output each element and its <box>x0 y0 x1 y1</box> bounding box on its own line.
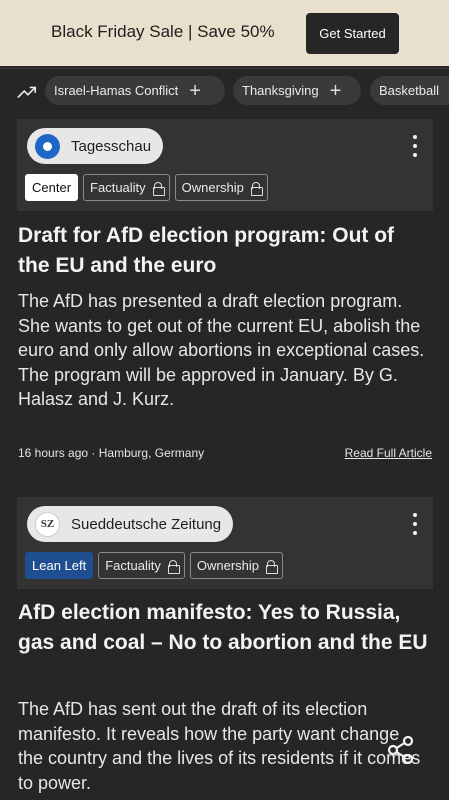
topic-chip-label: Israel-Hamas Conflict <box>54 83 179 98</box>
topic-chip-label: Thanksgiving <box>242 83 319 98</box>
article-source-card: SZ Sueddeutsche Zeitung Lean Left Factua… <box>17 497 433 589</box>
source-name: Tagesschau <box>71 137 152 155</box>
promo-banner: Black Friday Sale | Save 50% Get Started <box>0 0 449 66</box>
share-icon[interactable] <box>386 735 416 765</box>
kebab-menu-icon[interactable] <box>411 135 419 157</box>
kebab-menu-icon[interactable] <box>411 513 419 535</box>
article-summary: The AfD has sent out the draft of its el… <box>18 699 421 793</box>
article-location: Hamburg, Germany <box>98 446 205 460</box>
tagesschau-logo-icon <box>35 133 60 159</box>
lock-icon <box>167 559 180 574</box>
topic-chip-thanksgiving[interactable]: Thanksgiving + <box>233 76 361 105</box>
sz-logo-icon: SZ <box>35 511 60 537</box>
topics-bar: Israel-Hamas Conflict + Thanksgiving + B… <box>0 68 449 112</box>
read-full-article-link[interactable]: Read Full Article <box>345 446 432 460</box>
topic-chip-basketball[interactable]: Basketball <box>370 76 449 105</box>
bias-tag[interactable]: Lean Left <box>25 552 94 579</box>
lock-icon <box>250 181 263 196</box>
factuality-tag[interactable]: Factuality <box>83 174 170 201</box>
article-headline[interactable]: AfD election manifesto: Yes to Russia, g… <box>18 598 428 658</box>
ownership-tag[interactable]: Ownership <box>174 174 268 201</box>
rating-tags: Center Factuality Ownership <box>25 174 268 201</box>
plus-icon[interactable]: + <box>189 81 201 101</box>
bias-tag[interactable]: Center <box>25 174 79 201</box>
source-name: Sueddeutsche Zeitung <box>71 515 222 533</box>
source-pill[interactable]: Tagesschau <box>27 128 164 164</box>
plus-icon[interactable]: + <box>330 81 342 101</box>
ownership-label: Ownership <box>196 558 259 573</box>
ownership-label: Ownership <box>181 180 244 195</box>
article-meta: 16 hours ago · Hamburg, Germany <box>18 446 204 460</box>
rating-tags: Lean Left Factuality Ownership <box>25 552 283 579</box>
article-time: 16 hours ago <box>18 446 89 460</box>
article-summary: The AfD has presented a draft election p… <box>18 291 425 409</box>
promo-text: Black Friday Sale | Save 50% <box>51 22 275 41</box>
article-headline[interactable]: Draft for AfD election program: Out of t… <box>18 221 428 281</box>
get-started-button[interactable]: Get Started <box>306 13 399 54</box>
ownership-tag[interactable]: Ownership <box>189 552 283 579</box>
trending-up-icon <box>17 86 37 99</box>
meta-separator: · <box>91 446 99 460</box>
factuality-label: Factuality <box>105 558 161 573</box>
article-source-card: Tagesschau Center Factuality Ownership <box>17 119 433 211</box>
topic-chip-label: Basketball <box>379 83 439 98</box>
factuality-tag[interactable]: Factuality <box>98 552 185 579</box>
source-pill[interactable]: SZ Sueddeutsche Zeitung <box>27 506 234 542</box>
lock-icon <box>152 181 165 196</box>
lock-icon <box>266 559 278 574</box>
factuality-label: Factuality <box>90 180 146 195</box>
topic-chip-israel-hamas[interactable]: Israel-Hamas Conflict + <box>45 76 225 105</box>
